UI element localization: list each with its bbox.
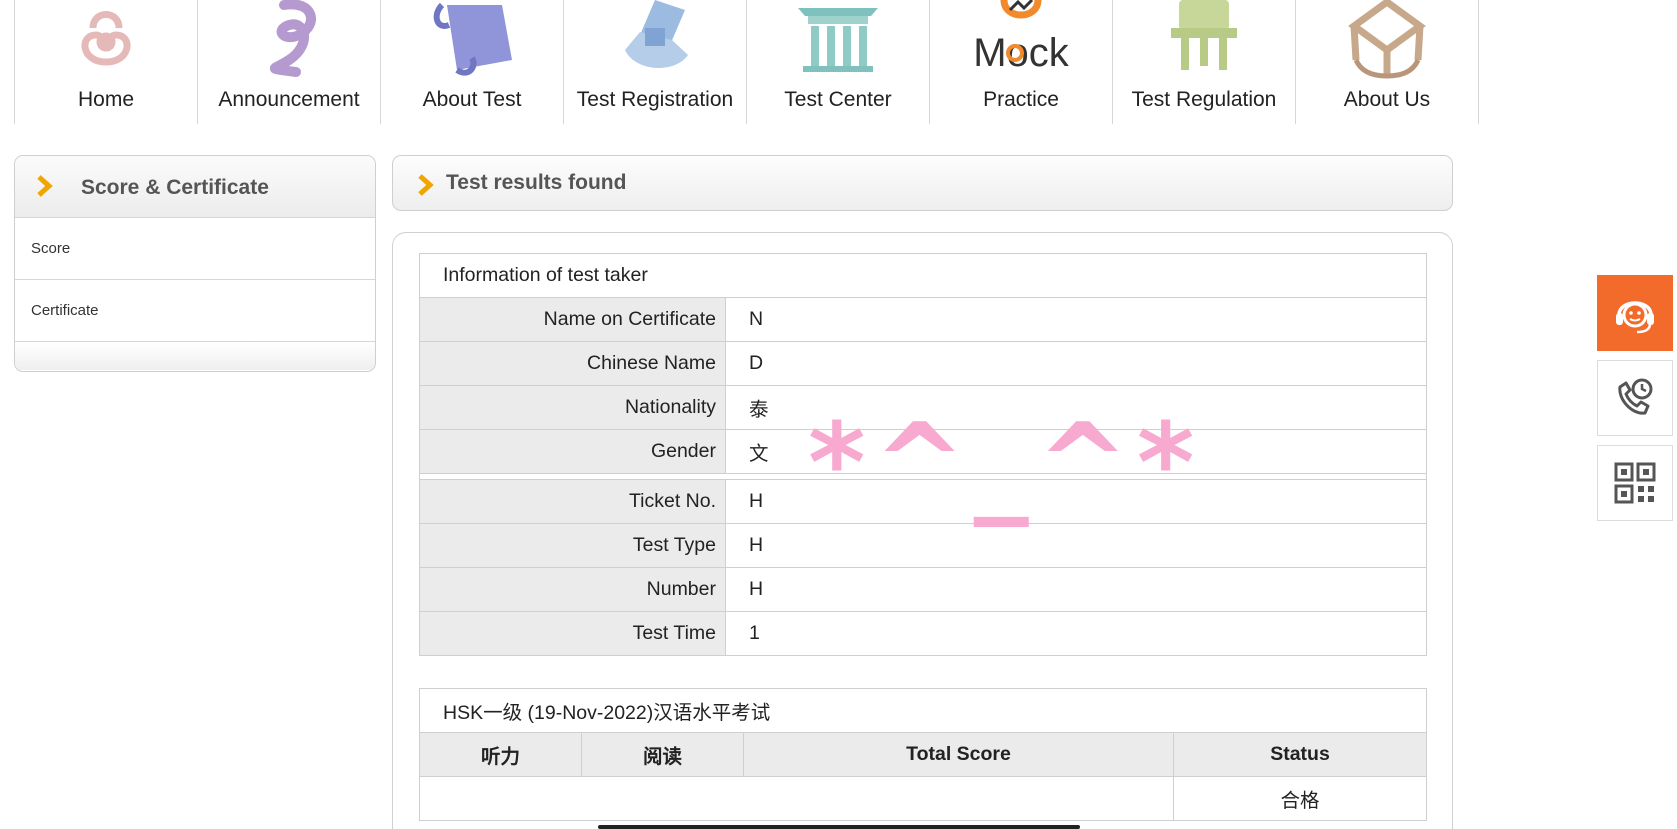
row-value: H xyxy=(725,567,1427,612)
mock-logo-icon: Mock xyxy=(973,0,1070,75)
table-row: Number H xyxy=(419,567,1427,612)
sidebar-link-certificate[interactable]: Certificate xyxy=(15,280,375,342)
nav-label: About Us xyxy=(1343,88,1431,111)
customer-service-icon xyxy=(1616,301,1654,334)
customer-service-button[interactable] xyxy=(1597,275,1673,351)
result-header: Test results found xyxy=(392,155,1453,211)
sidebar-title: Score & Certificate xyxy=(81,176,269,199)
score-table: HSK一级 (19-Nov-2022)汉语水平考试 听力 阅读 Total Sc… xyxy=(419,688,1427,821)
qr-code-button[interactable] xyxy=(1597,445,1673,521)
about-us-icon xyxy=(1348,0,1426,79)
bottom-divider xyxy=(598,825,1080,829)
nav-label: Practice xyxy=(983,88,1059,111)
bronze-vessel-icon xyxy=(1171,0,1237,70)
nav-label: Test Regulation xyxy=(1131,88,1277,111)
building-icon xyxy=(798,8,878,72)
page: Home Announcement About Test Test Regist… xyxy=(0,0,1677,829)
phone-clock-icon xyxy=(1618,378,1653,415)
row-label: Chinese Name xyxy=(419,341,726,386)
sidebar-footer xyxy=(15,342,375,370)
nav-label: Test Center xyxy=(784,88,892,111)
table-row: Test Time 1 xyxy=(419,611,1427,656)
header-status: Status xyxy=(1173,732,1427,777)
nav-item-test-regulation[interactable]: Test Regulation xyxy=(1113,0,1296,124)
row-label: Number xyxy=(419,567,726,612)
table-row: Name on Certificate N xyxy=(419,297,1427,342)
chevron-right-icon xyxy=(37,175,53,197)
nav-item-practice[interactable]: Mock Practice xyxy=(930,0,1113,124)
row-label: Test Type xyxy=(419,523,726,568)
nav-label: Home xyxy=(77,88,135,111)
row-value: D xyxy=(725,341,1427,386)
nav-label: Announcement xyxy=(218,88,360,111)
nav-item-test-registration[interactable]: Test Registration xyxy=(564,0,747,124)
nav-label: About Test xyxy=(422,88,522,111)
qr-code-icon xyxy=(1614,462,1656,504)
row-label: Name on Certificate xyxy=(419,297,726,342)
nav-item-about-us[interactable]: About Us xyxy=(1296,0,1479,124)
registration-icon xyxy=(625,0,688,68)
chevron-right-icon xyxy=(418,174,434,196)
score-row: 合格 xyxy=(419,776,1427,821)
row-value: N xyxy=(725,297,1427,342)
score-values-cell xyxy=(419,776,1174,821)
sidebar-header: Score & Certificate xyxy=(15,156,375,218)
nav-item-announcement[interactable]: Announcement xyxy=(198,0,381,124)
header-total-score: Total Score xyxy=(743,732,1174,777)
nav-item-test-center[interactable]: Test Center xyxy=(747,0,930,124)
table-row: Chinese Name D xyxy=(419,341,1427,386)
top-nav: Home Announcement About Test Test Regist… xyxy=(14,0,1479,124)
row-label: Test Time xyxy=(419,611,726,656)
result-title: Test results found xyxy=(446,171,627,194)
nav-item-about-test[interactable]: About Test xyxy=(381,0,564,124)
nav-item-home[interactable]: Home xyxy=(15,0,198,124)
score-header-row: 听力 阅读 Total Score Status xyxy=(419,732,1427,777)
row-label: Gender xyxy=(419,429,726,474)
home-icon xyxy=(81,11,131,66)
row-label: Nationality xyxy=(419,385,726,430)
scroll-icon xyxy=(433,2,512,76)
test-taker-caption: Information of test taker xyxy=(419,253,1427,298)
table-row: Test Type H xyxy=(419,523,1427,568)
phone-button[interactable] xyxy=(1597,360,1673,436)
emoticon-overlay: *^_^* xyxy=(808,399,1203,527)
header-listening: 听力 xyxy=(419,732,582,777)
row-value: H xyxy=(725,523,1427,568)
result-panel: Information of test taker Name on Certif… xyxy=(392,232,1453,829)
sidebar: Score & Certificate Score Certificate xyxy=(14,155,376,372)
sidebar-link-score[interactable]: Score xyxy=(15,218,375,280)
status-value: 合格 xyxy=(1173,776,1427,821)
row-value: 1 xyxy=(725,611,1427,656)
score-caption: HSK一级 (19-Nov-2022)汉语水平考试 xyxy=(419,688,1427,733)
nav-label: Test Registration xyxy=(576,88,734,111)
row-label: Ticket No. xyxy=(419,479,726,524)
announcement-icon xyxy=(269,0,316,77)
header-reading: 阅读 xyxy=(581,732,744,777)
